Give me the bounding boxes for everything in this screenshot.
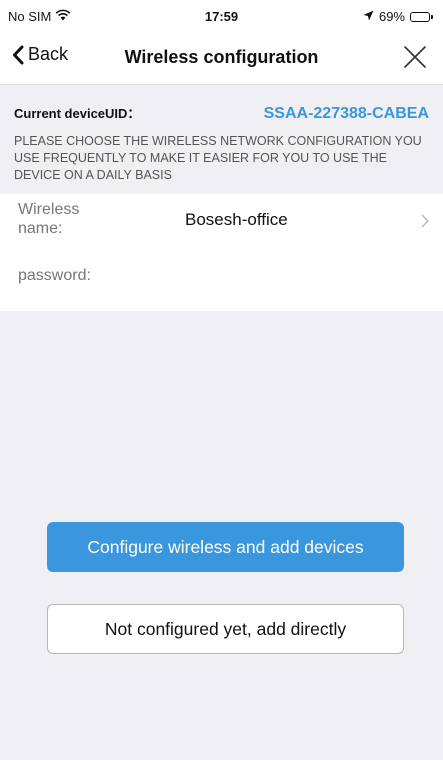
battery-icon [410, 11, 433, 22]
close-icon [404, 46, 426, 68]
ssid-label: Wireless name: [18, 201, 80, 237]
location-arrow-icon [363, 9, 374, 24]
ssid-row[interactable]: Wireless name: Bosesh-office [0, 194, 443, 250]
chevron-right-icon [421, 214, 429, 228]
password-row: password: [0, 250, 443, 311]
battery-percent: 69% [378, 9, 405, 24]
uid-label: Current deviceUID： [14, 106, 141, 121]
chevron-left-icon [13, 45, 24, 64]
uid-row: Current deviceUID： SSAA-227388-CABEA [14, 103, 429, 123]
ssid-value: Bosesh-office [185, 210, 288, 229]
close-button[interactable] [401, 43, 429, 71]
status-bar: No SIM 17:59 69% [0, 0, 443, 34]
configure-wireless-button[interactable]: Configure wireless and add devices [47, 522, 404, 572]
header-area: No SIM 17:59 69% Back Wireless configura… [0, 0, 443, 84]
wifi-form: Wireless name: Bosesh-office password: [0, 194, 443, 311]
password-input[interactable] [130, 262, 425, 290]
status-right: 69% [363, 9, 433, 24]
add-directly-button[interactable]: Not configured yet, add directly [47, 604, 404, 654]
uid-value: SSAA-227388-CABEA [263, 105, 429, 122]
back-label: Back [28, 44, 69, 64]
device-info: Current deviceUID： SSAA-227388-CABEA PLE… [0, 84, 443, 194]
nav-bar: Back Wireless configuration [0, 34, 443, 84]
instruction-text: PLEASE CHOOSE THE WIRELESS NETWORK CONFI… [14, 134, 422, 182]
password-label: password: [18, 267, 91, 284]
back-button[interactable]: Back [12, 44, 68, 65]
